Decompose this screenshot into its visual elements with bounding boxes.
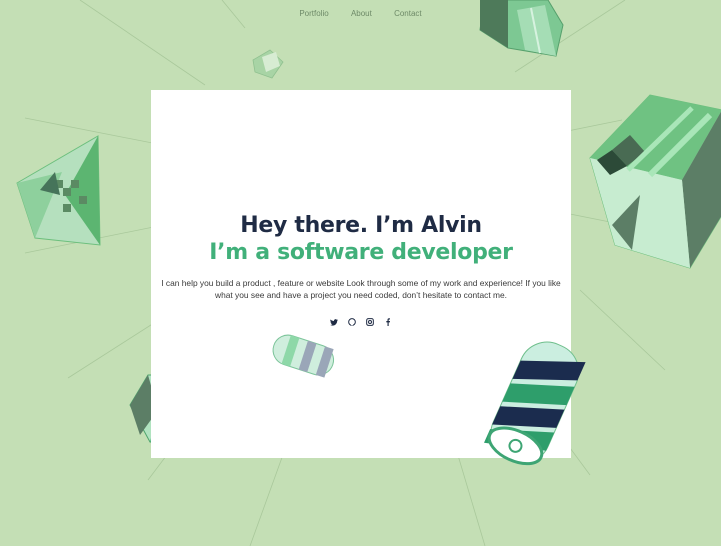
hero-card [151,90,571,458]
nav-item-contact[interactable]: Contact [394,9,422,18]
nav-item-portfolio[interactable]: Portfolio [299,9,328,18]
instagram-icon[interactable] [362,318,378,328]
github-icon[interactable] [344,318,360,328]
social-links [151,318,571,328]
top-nav: Portfolio About Contact [0,9,721,18]
hero-title: Hey there. I’m Alvin [240,213,482,238]
hero-description: I can help you build a product , feature… [161,278,561,300]
hero-subtitle: I’m a software developer [209,240,513,265]
nav-item-about[interactable]: About [351,9,372,18]
facebook-icon[interactable] [380,318,396,328]
twitter-icon[interactable] [326,319,342,328]
